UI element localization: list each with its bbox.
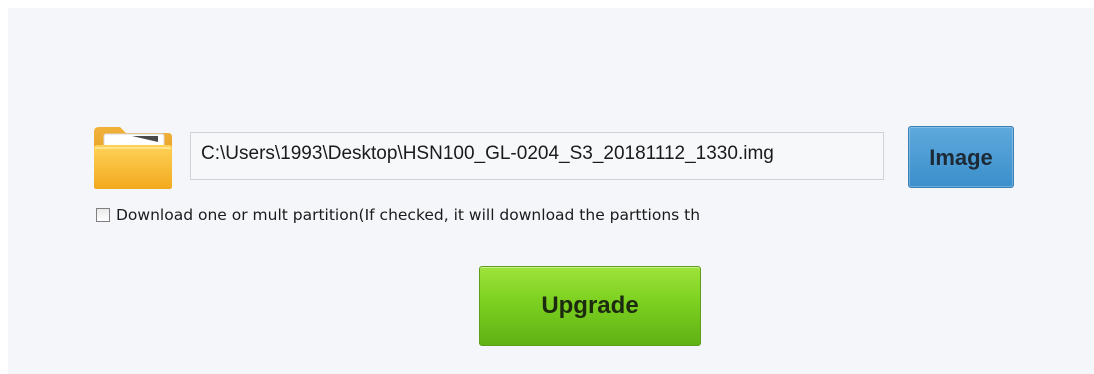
partition-option-row[interactable]: Download one or mult partition(If checke… (96, 203, 700, 227)
folder-icon[interactable] (92, 124, 174, 190)
partition-checkbox[interactable] (96, 208, 110, 222)
upgrade-button[interactable]: Upgrade (479, 266, 701, 346)
image-button[interactable]: Image (908, 126, 1014, 188)
image-path-field[interactable]: C:\Users\1993\Desktop\HSN100_GL-0204_S3_… (190, 132, 884, 180)
partition-checkbox-label: Download one or mult partition(If checke… (116, 206, 701, 224)
